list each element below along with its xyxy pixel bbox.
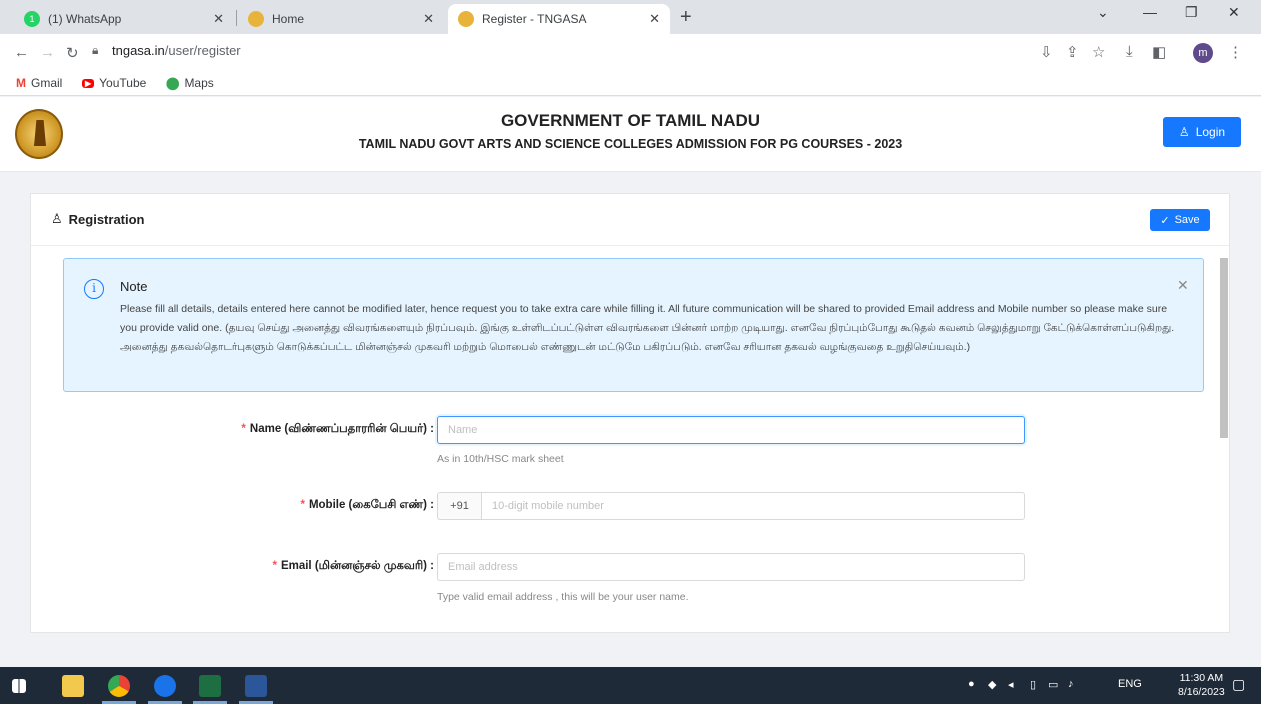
language-indicator[interactable]: ENG — [1118, 678, 1142, 690]
site-header: GOVERNMENT OF TAMIL NADU TAMIL NADU GOVT… — [0, 97, 1261, 172]
tray-chevron-icon[interactable]: ◂ — [1008, 678, 1014, 691]
forward-icon[interactable]: → — [40, 44, 55, 61]
profile-avatar[interactable]: m — [1193, 43, 1213, 63]
name-label: * Name (விண்ணப்பதாரரின் பெயர்) : — [241, 423, 434, 435]
note-body: Please fill all details, details entered… — [120, 303, 1175, 353]
maps-icon: ⬤ — [166, 76, 180, 90]
notifications-icon[interactable]: ▢ — [1232, 676, 1245, 693]
login-label: Login — [1195, 125, 1226, 139]
tab-whatsapp[interactable]: 1 (1) WhatsApp ✕ — [14, 4, 234, 34]
save-button[interactable]: ✓ Save — [1150, 209, 1210, 231]
browser-tabbar: 1 (1) WhatsApp ✕ Home ✕ Register - TNGAS… — [0, 0, 1261, 34]
reload-icon[interactable]: ↻ — [66, 44, 79, 62]
email-hint: Type valid email address , this will be … — [437, 591, 689, 603]
excel-icon[interactable] — [199, 675, 221, 697]
side-panel-icon[interactable]: ◧ — [1152, 43, 1166, 61]
bookmark-label: YouTube — [99, 76, 147, 90]
site-emblem-icon — [248, 11, 264, 27]
name-hint: As in 10th/HSC mark sheet — [437, 453, 564, 465]
bookmark-label: Gmail — [31, 76, 63, 90]
close-icon[interactable]: ✕ — [1177, 277, 1189, 294]
restore-icon[interactable]: ❐ — [1185, 4, 1198, 21]
note-alert: i Note ✕ Please fill all details, detail… — [63, 258, 1204, 392]
whatsapp-icon: 1 — [24, 11, 40, 27]
close-icon[interactable]: ✕ — [649, 11, 660, 27]
mobile-input[interactable]: 10-digit mobile number — [481, 492, 1025, 520]
menu-icon[interactable]: ⋮ — [1228, 43, 1243, 61]
page-content: GOVERNMENT OF TAMIL NADU TAMIL NADU GOVT… — [0, 97, 1261, 667]
chrome-icon[interactable] — [108, 675, 130, 697]
note-title: Note — [120, 279, 148, 294]
windows-taskbar: ● ◆ ◂ ▯ ▭ ♪ ENG 11:30 AM 8/16/2023 ▢ — [0, 667, 1261, 704]
bookmark-star-icon[interactable]: ☆ — [1092, 43, 1105, 61]
security-icon[interactable]: ● — [968, 678, 975, 690]
registration-card: ♙ Registration ✓ Save i Note ✕ Please fi… — [30, 193, 1230, 633]
lock-icon[interactable]: 🔒︎ — [92, 43, 98, 58]
tab-register[interactable]: Register - TNGASA ✕ — [448, 4, 670, 34]
page-subtitle: TAMIL NADU GOVT ARTS AND SCIENCE COLLEGE… — [358, 137, 903, 151]
card-title: ♙ Registration — [51, 211, 145, 227]
tab-search-icon[interactable]: ⌄ — [1097, 4, 1109, 21]
bookmark-label: Maps — [184, 76, 214, 90]
url-host: tngasa.in — [112, 43, 165, 58]
tab-home[interactable]: Home ✕ — [238, 4, 444, 34]
login-button[interactable]: ♙ Login — [1163, 117, 1241, 147]
user-icon: ♙ — [1178, 125, 1190, 139]
close-icon[interactable]: ✕ — [213, 11, 224, 27]
url-field[interactable]: tngasa.in/user/register — [112, 43, 241, 58]
email-input[interactable]: Email address — [437, 553, 1025, 581]
tab-label: Register - TNGASA — [482, 12, 587, 26]
install-icon[interactable]: ⇩ — [1040, 43, 1053, 61]
youtube-icon: ▶ — [82, 78, 95, 88]
country-code-addon: +91 — [437, 492, 481, 520]
gmail-icon: M — [16, 76, 26, 90]
volume-icon[interactable]: ♪ — [1068, 678, 1074, 690]
save-label: Save — [1174, 214, 1200, 226]
clock-date: 8/16/2023 — [1178, 686, 1225, 698]
windows-start-icon[interactable] — [12, 679, 26, 693]
page-title: GOVERNMENT OF TAMIL NADU — [500, 111, 761, 130]
new-tab-icon[interactable]: + — [680, 6, 692, 29]
card-header: ♙ Registration ✓ Save — [31, 194, 1229, 246]
mobile-label: * Mobile (கைபேசி எண்) : — [300, 499, 434, 511]
url-path: /user/register — [164, 43, 241, 58]
info-icon: i — [84, 279, 104, 299]
chrome-profile-icon[interactable] — [154, 675, 176, 697]
name-input[interactable]: Name — [437, 416, 1025, 444]
bookmark-youtube[interactable]: ▶ YouTube — [82, 76, 146, 90]
clock-time: 11:30 AM — [1179, 672, 1224, 684]
minimize-icon[interactable]: — — [1143, 4, 1157, 20]
back-icon[interactable]: ← — [14, 44, 29, 61]
file-explorer-icon[interactable] — [62, 675, 84, 697]
network-app-icon[interactable]: ◆ — [988, 678, 996, 691]
tab-label: (1) WhatsApp — [48, 12, 122, 26]
word-icon[interactable] — [245, 675, 267, 697]
scrollbar[interactable] — [1220, 258, 1228, 438]
check-icon: ✓ — [1160, 214, 1170, 227]
card-title-text: Registration — [68, 211, 145, 227]
email-label: * Email (மின்னஞ்சல் முகவரி) : — [272, 560, 434, 572]
tab-label: Home — [272, 12, 305, 26]
network-icon[interactable]: ▭ — [1048, 678, 1058, 691]
bookmark-gmail[interactable]: M Gmail — [16, 76, 62, 90]
clock[interactable]: 11:30 AM 8/16/2023 — [1178, 671, 1225, 699]
tab-divider — [236, 10, 237, 26]
close-icon[interactable]: ✕ — [423, 11, 434, 27]
window-close-icon[interactable]: ✕ — [1228, 4, 1240, 21]
site-emblem-icon — [458, 11, 474, 27]
user-icon: ♙ — [51, 211, 63, 226]
bookmark-maps[interactable]: ⬤ Maps — [166, 76, 214, 90]
bookmarks-bar: M Gmail ▶ YouTube ⬤ Maps — [0, 72, 1261, 96]
share-icon[interactable]: ⇪ — [1066, 43, 1079, 61]
usb-icon[interactable]: ▯ — [1030, 678, 1036, 691]
address-bar: ← → ↻ 🔒︎ tngasa.in/user/register ⇩ ⇪ ☆ ⤓… — [0, 34, 1261, 72]
download-icon[interactable]: ⤓ — [1126, 43, 1133, 60]
